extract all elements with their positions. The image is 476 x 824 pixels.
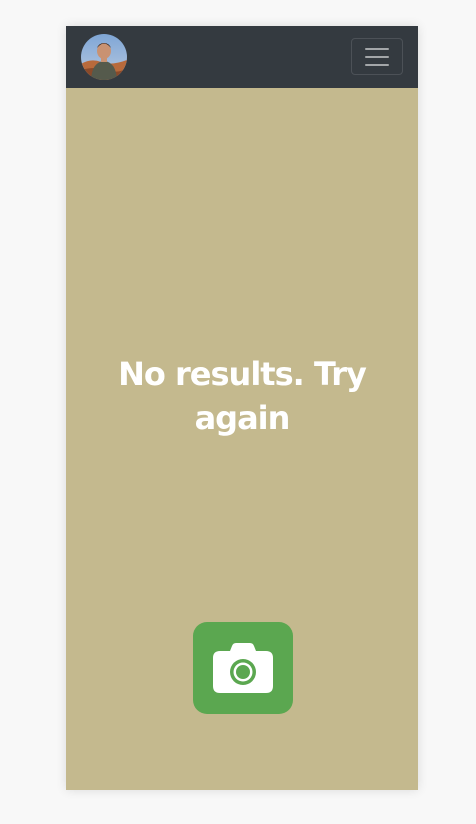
camera-button[interactable]: [193, 622, 293, 714]
no-results-message: No results. Try again: [118, 355, 367, 437]
app-screen: No results. Try again: [66, 26, 418, 790]
avatar[interactable]: [81, 34, 127, 80]
navbar: [66, 26, 418, 88]
menu-toggle-button[interactable]: [351, 38, 403, 75]
hamburger-menu-icon: [365, 47, 389, 66]
main-content: No results. Try again: [66, 88, 418, 790]
avatar-image: [81, 34, 127, 80]
camera-icon: [213, 643, 273, 693]
